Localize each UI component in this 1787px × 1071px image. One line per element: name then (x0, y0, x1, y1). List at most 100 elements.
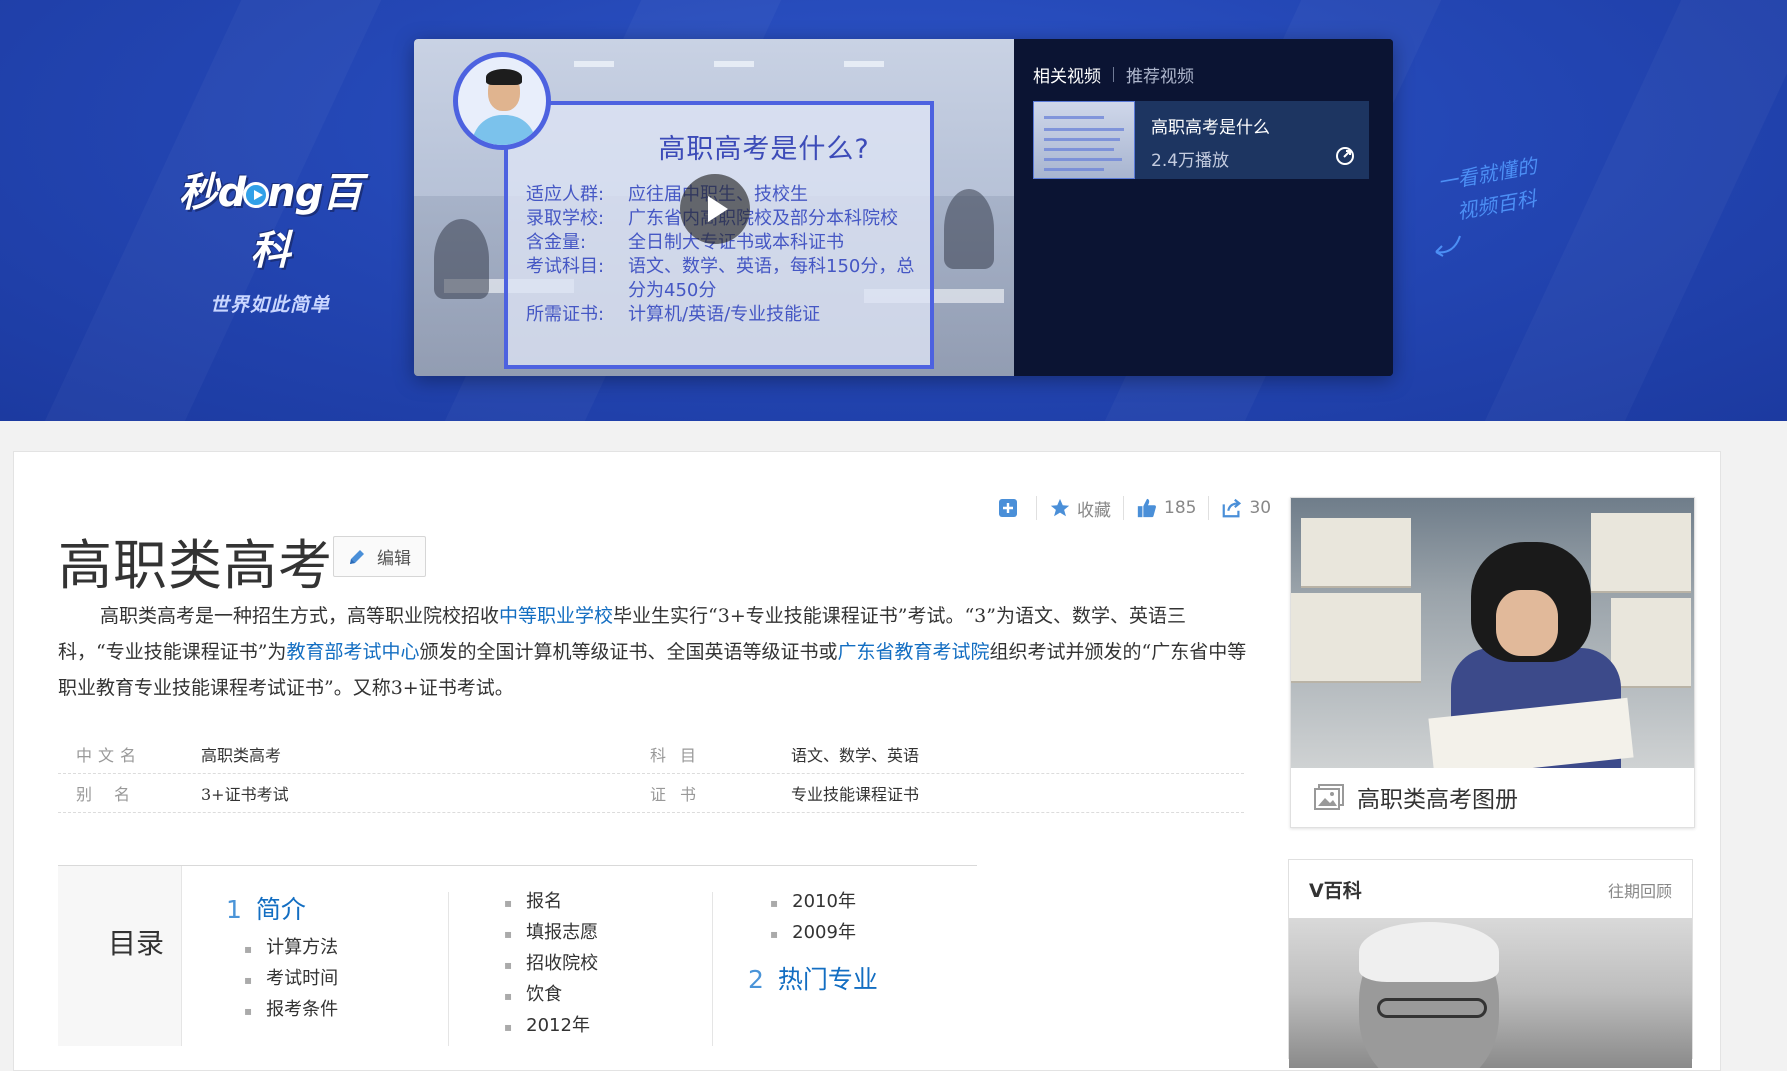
link-guangdong-exam-authority[interactable]: 广东省教育考试院 (837, 641, 989, 663)
info-key: 中文名 (76, 746, 143, 765)
info-key: 科目 (650, 746, 711, 765)
edit-button[interactable]: 编辑 (333, 536, 426, 577)
share-count: 30 (1249, 498, 1272, 518)
toc-item[interactable]: 2010年 (770, 886, 878, 917)
photo-album-card[interactable]: 高职类高考图册 (1290, 497, 1695, 828)
presenter-avatar (453, 52, 551, 150)
toc-item[interactable]: 填报志愿 (504, 917, 598, 948)
related-video-thumbnail (1033, 101, 1135, 179)
link-secondary-vocational-school[interactable]: 中等职业学校 (499, 605, 613, 627)
related-videos-panel: 相关视频 推荐视频 高职高考是什么 2.4万播放 (1014, 39, 1393, 376)
slide-key: 含金量: (526, 232, 587, 253)
article-summary: 高职类高考是一种招生方式，高等职业院校招收中等职业学校毕业生实行“3+专业技能课… (58, 598, 1248, 706)
info-row: 别名 3+证书考试 证书 专业技能课程证书 (58, 774, 1244, 813)
video-slide-title: 高职高考是什么? (658, 134, 870, 165)
info-key: 证书 (650, 785, 711, 804)
divider (1036, 496, 1037, 520)
gallery-icon (1314, 784, 1344, 810)
logo-text: 秒 (178, 170, 219, 216)
album-caption: 高职类高考图册 (1313, 780, 1518, 814)
toc-divider (448, 892, 449, 1046)
divider (1208, 496, 1210, 520)
pencil-icon (350, 549, 364, 564)
like-button[interactable]: 185 (1136, 497, 1196, 519)
play-button-icon[interactable] (680, 174, 750, 244)
link-exam-center[interactable]: 教育部考试中心 (286, 641, 419, 663)
tab-recommended-videos[interactable]: 推荐视频 (1126, 67, 1194, 87)
share-arrow-icon (1223, 498, 1242, 518)
toc-item[interactable]: 计算方法 (226, 932, 338, 963)
edit-label: 编辑 (377, 549, 411, 569)
article-actions: 收藏 185 30 (998, 496, 1271, 521)
toc-item[interactable]: 考试时间 (226, 963, 338, 994)
info-value: 3+证书考试 (201, 785, 289, 804)
toc-section-number: 1 (226, 895, 242, 924)
toc-item[interactable]: 饮食 (504, 979, 598, 1010)
plus-square-icon (999, 499, 1017, 517)
v-baike-image[interactable] (1289, 918, 1692, 1068)
toc-column: 报名 填报志愿 招收院校 饮食 2012年 (504, 886, 598, 1041)
summary-text: 高职类高考是一种招生方式，高等职业院校招收 (100, 605, 500, 627)
divider (1123, 496, 1124, 520)
toc-label-box: 目录 (58, 866, 182, 1046)
slide-key: 录取学校: (526, 208, 605, 229)
toc-item[interactable]: 2009年 (770, 917, 878, 948)
add-button[interactable] (998, 498, 1024, 518)
info-row: 中文名 高职类高考 科目 语文、数学、英语 (58, 735, 1244, 774)
album-caption-text: 高职类高考图册 (1357, 787, 1518, 813)
toc-section-title: 热门专业 (777, 965, 878, 994)
star-icon (1050, 498, 1070, 517)
toc-item[interactable]: 报考条件 (226, 994, 338, 1025)
video-player-box: 高职高考是什么? 适应人群:应往届中职生、技校生 录取学校:广东省内高职院校及部… (414, 39, 1393, 376)
handwritten-note: 一看就懂的 视频百科 (1435, 150, 1545, 230)
share-icon[interactable] (1335, 146, 1355, 166)
summary-text: 颁发的全国计算机等级证书、全国英语等级证书或 (419, 641, 838, 663)
info-value: 语文、数学、英语 (791, 746, 920, 765)
toc-item[interactable]: 招收院校 (504, 948, 598, 979)
toc-divider (712, 892, 713, 1046)
favorite-label: 收藏 (1077, 500, 1111, 521)
table-of-contents: 目录 1 简介 计算方法 考试时间 报考条件 报名 填报志愿 招收院校 饮食 20… (58, 865, 977, 1046)
tab-divider (1113, 67, 1114, 82)
share-button[interactable]: 30 (1221, 497, 1271, 519)
video-tabs: 相关视频 推荐视频 (1033, 62, 1194, 87)
favorite-button[interactable]: 收藏 (1049, 496, 1111, 521)
toc-column: 2010年 2009年 2 热门专业 (748, 886, 878, 1002)
slide-key: 考试科目: (526, 256, 605, 277)
slide-value: 计算机/英语/专业技能证 (628, 304, 821, 325)
slide-key: 适应人群: (526, 184, 605, 205)
top-banner: 秒dng百科 世界如此简单 高职高考是什么? 适应人群:应往届中职生、技校生 录… (0, 0, 1787, 421)
toc-column: 1 简介 计算方法 考试时间 报考条件 (226, 890, 338, 1025)
tab-related-videos[interactable]: 相关视频 (1033, 67, 1101, 87)
toc-section-intro[interactable]: 1 简介 (226, 890, 338, 926)
logo-text: ng百科 (250, 170, 363, 274)
info-key: 别名 (76, 785, 153, 804)
thumbs-up-icon (1137, 498, 1156, 518)
page-title: 高职类高考 (58, 534, 333, 597)
related-video-title: 高职高考是什么 (1151, 118, 1270, 138)
logo-play-icon (243, 182, 270, 208)
logo-text: d (217, 170, 247, 216)
toc-label: 目录 (108, 927, 165, 960)
v-baike-card: V百科 往期回顾 (1288, 859, 1693, 1068)
toc-item[interactable]: 2012年 (504, 1010, 598, 1041)
like-count: 185 (1164, 498, 1197, 518)
slide-key: 所需证书: (526, 304, 605, 325)
toc-section-hot-majors[interactable]: 2 热门专业 (748, 960, 878, 996)
slide-value: 广东省内高职院校及部分本科院校 (628, 208, 898, 229)
toc-section-number: 2 (748, 965, 764, 994)
v-baike-title: V百科 (1309, 880, 1362, 902)
toc-section-title: 简介 (255, 895, 306, 924)
past-issues-link[interactable]: 往期回顾 (1608, 878, 1672, 902)
video-player[interactable]: 高职高考是什么? 适应人群:应往届中职生、技校生 录取学校:广东省内高职院校及部… (414, 39, 1014, 376)
related-video-item[interactable]: 高职高考是什么 2.4万播放 (1033, 101, 1369, 179)
handwritten-arrow-icon (1435, 235, 1461, 257)
info-value: 专业技能课程证书 (791, 785, 920, 804)
album-cover-image (1291, 498, 1694, 768)
related-video-plays: 2.4万播放 (1151, 151, 1230, 171)
info-value: 高职类高考 (201, 746, 282, 765)
site-logo[interactable]: 秒d ng百科 世界如此简单 (165, 160, 375, 317)
logo-slogan: 世界如此简单 (209, 294, 330, 316)
basic-info-table: 中文名 高职类高考 科目 语文、数学、英语 别名 3+证书考试 证书 专业技能课… (58, 735, 1244, 813)
toc-item[interactable]: 报名 (504, 886, 598, 917)
